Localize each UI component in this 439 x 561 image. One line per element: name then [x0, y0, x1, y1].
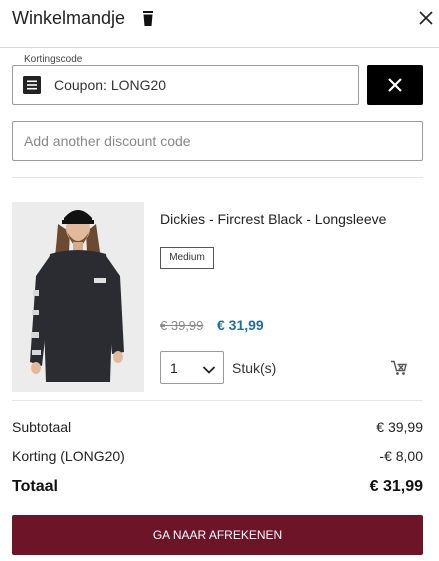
- coupon-list-icon: [23, 76, 41, 94]
- applied-coupon-label: Coupon: LONG20: [54, 77, 167, 93]
- chevron-down-icon: [202, 362, 216, 380]
- quantity-value: 1: [170, 360, 178, 376]
- quantity-unit: Stuk(s): [232, 360, 277, 376]
- original-price: € 39,99: [160, 318, 204, 333]
- discount-value: -€ 8,00: [379, 448, 423, 464]
- checkout-button[interactable]: GA NAAR AFREKENEN: [12, 515, 423, 555]
- discount-code-input[interactable]: [12, 121, 423, 161]
- total-label: Totaal: [12, 478, 58, 495]
- product-name[interactable]: Dickies - Fircrest Black - Longsleeve: [160, 211, 386, 227]
- total-value: € 31,99: [369, 478, 423, 495]
- product-photo[interactable]: [12, 202, 144, 392]
- subtotal-value: € 39,99: [376, 419, 423, 435]
- divider: [12, 177, 423, 178]
- discount-label: Korting (LONG20): [12, 448, 125, 464]
- cart-title: Winkelmandje: [12, 8, 126, 28]
- trash-icon[interactable]: [141, 11, 155, 27]
- cart-header: Winkelmandje: [0, 0, 439, 48]
- size-badge: Medium: [160, 247, 214, 269]
- sale-price: € 31,99: [217, 317, 264, 333]
- applied-coupon-field: Coupon: LONG20: [12, 65, 359, 105]
- cart-remove-icon[interactable]: [390, 360, 408, 376]
- quantity-select[interactable]: 1: [160, 351, 224, 384]
- coupon-legend: Kortingscode: [20, 54, 87, 65]
- subtotal-label: Subtotaal: [12, 419, 72, 435]
- close-icon[interactable]: [418, 10, 434, 26]
- remove-coupon-button[interactable]: [367, 65, 423, 105]
- close-icon: [388, 78, 402, 92]
- divider: [12, 400, 423, 401]
